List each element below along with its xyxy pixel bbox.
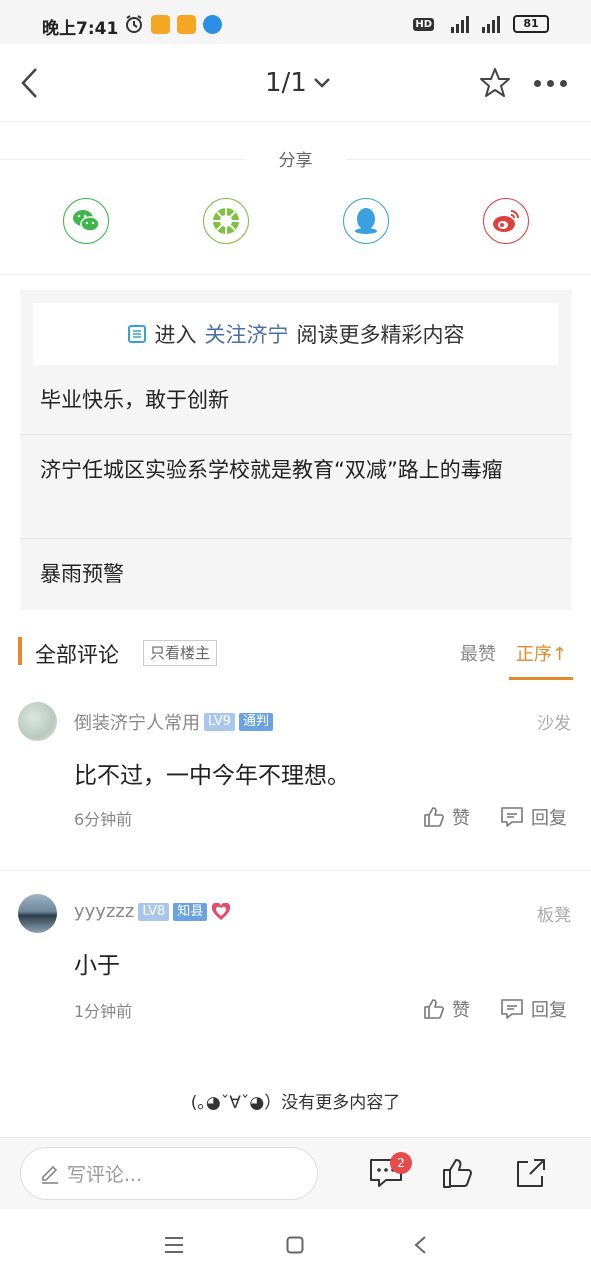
- comments-title: 全部评论: [35, 643, 119, 667]
- bottom-action-bar: 写评论... 2: [0, 1137, 591, 1209]
- divider: [0, 870, 591, 871]
- notification-app-icon: [203, 14, 222, 34]
- related-item[interactable]: 济宁任城区实验系学校就是教育“双减”路上的毒瘤: [20, 435, 572, 539]
- no-more-content: (｡◕ˇ∀ˇ◕）没有更多内容了: [190, 1093, 401, 1113]
- level-badge: LV8: [138, 902, 170, 921]
- alarm-icon: [126, 15, 142, 33]
- sort-hot-tab[interactable]: 最赞: [460, 640, 496, 666]
- system-navigation-bar: [0, 1210, 591, 1280]
- comment-bubble-icon: [501, 807, 523, 827]
- status-time: 晚上7:41: [42, 19, 119, 39]
- sort-order-tab[interactable]: 正序↑: [516, 640, 567, 666]
- level-badge: LV9: [204, 713, 235, 731]
- pencil-icon: [42, 1165, 58, 1184]
- battery-indicator: 81: [513, 15, 549, 33]
- back-icon[interactable]: [413, 1235, 427, 1255]
- chevron-down-icon: [313, 78, 330, 88]
- rank-badge: 通判: [238, 713, 273, 731]
- related-item[interactable]: 毕业快乐，敢于创新: [20, 365, 572, 435]
- comment-input[interactable]: 写评论...: [20, 1147, 318, 1200]
- comment-count-badge: 2: [390, 1152, 412, 1174]
- divider: [0, 274, 591, 275]
- floor-label: 板凳: [537, 906, 571, 926]
- comment-bubble-icon: [501, 999, 523, 1019]
- qq-icon: [355, 208, 377, 234]
- like-button[interactable]: 赞: [422, 804, 470, 830]
- avatar[interactable]: [18, 894, 57, 933]
- notification-app-icon: [177, 14, 196, 34]
- thumbs-up-icon: [424, 999, 444, 1019]
- wechat-share-button[interactable]: [63, 198, 109, 244]
- comment-text: 小于: [74, 953, 120, 979]
- document-icon: [127, 325, 146, 343]
- related-articles: 进入 关注济宁 阅读更多精彩内容 毕业快乐，敢于创新 济宁任城区实验系学校就是教…: [20, 290, 572, 610]
- thumbs-up-icon: [424, 807, 444, 827]
- top-navigation: 1/1: [0, 44, 591, 122]
- enter-channel-bar[interactable]: 进入 关注济宁 阅读更多精彩内容: [33, 303, 558, 365]
- qq-share-button[interactable]: [343, 198, 389, 244]
- share-title: 分享: [0, 146, 591, 172]
- status-bar: 晚上7:41 HD 81: [0, 0, 591, 44]
- rank-badge: 知县: [173, 902, 208, 921]
- moments-icon: [213, 208, 239, 234]
- thumbs-up-icon[interactable]: [441, 1156, 475, 1190]
- reply-button[interactable]: 回复: [499, 804, 567, 830]
- wechat-icon: [73, 210, 100, 232]
- weibo-share-button[interactable]: [483, 198, 529, 244]
- star-icon[interactable]: [478, 66, 512, 100]
- comment-time: 1分钟前: [74, 1002, 133, 1021]
- share-icon[interactable]: [514, 1156, 548, 1190]
- home-icon[interactable]: [286, 1236, 304, 1254]
- only-author-button[interactable]: 只看楼主: [143, 640, 218, 666]
- channel-link[interactable]: 关注济宁: [205, 319, 289, 349]
- reply-button[interactable]: 回复: [499, 996, 567, 1022]
- hd-icon: HD: [413, 17, 434, 31]
- avatar[interactable]: [18, 702, 57, 741]
- more-dots-icon[interactable]: [534, 80, 567, 87]
- signal-icon: [482, 16, 500, 33]
- menu-icon[interactable]: [164, 1236, 184, 1254]
- weibo-icon: [493, 210, 519, 232]
- comment-text: 比不过，一中今年不理想。: [74, 763, 350, 789]
- signal-4g-icon: [451, 16, 469, 33]
- notification-app-icon: [151, 14, 170, 34]
- moments-share-button[interactable]: [203, 198, 249, 244]
- back-arrow-icon[interactable]: [18, 66, 42, 100]
- active-tab-underline: [509, 677, 573, 680]
- share-row: [0, 198, 591, 246]
- related-item[interactable]: 暴雨预警: [20, 539, 572, 610]
- heart-badge-icon: [212, 902, 231, 920]
- page-indicator[interactable]: 1/1: [265, 68, 331, 98]
- comment-username[interactable]: 倒装济宁人常用: [74, 709, 200, 735]
- like-button[interactable]: 赞: [422, 996, 470, 1022]
- comment-username[interactable]: yyyzzz: [74, 901, 134, 922]
- comment-time: 6分钟前: [74, 810, 133, 829]
- floor-label: 沙发: [537, 714, 571, 734]
- section-accent-bar: [18, 637, 22, 665]
